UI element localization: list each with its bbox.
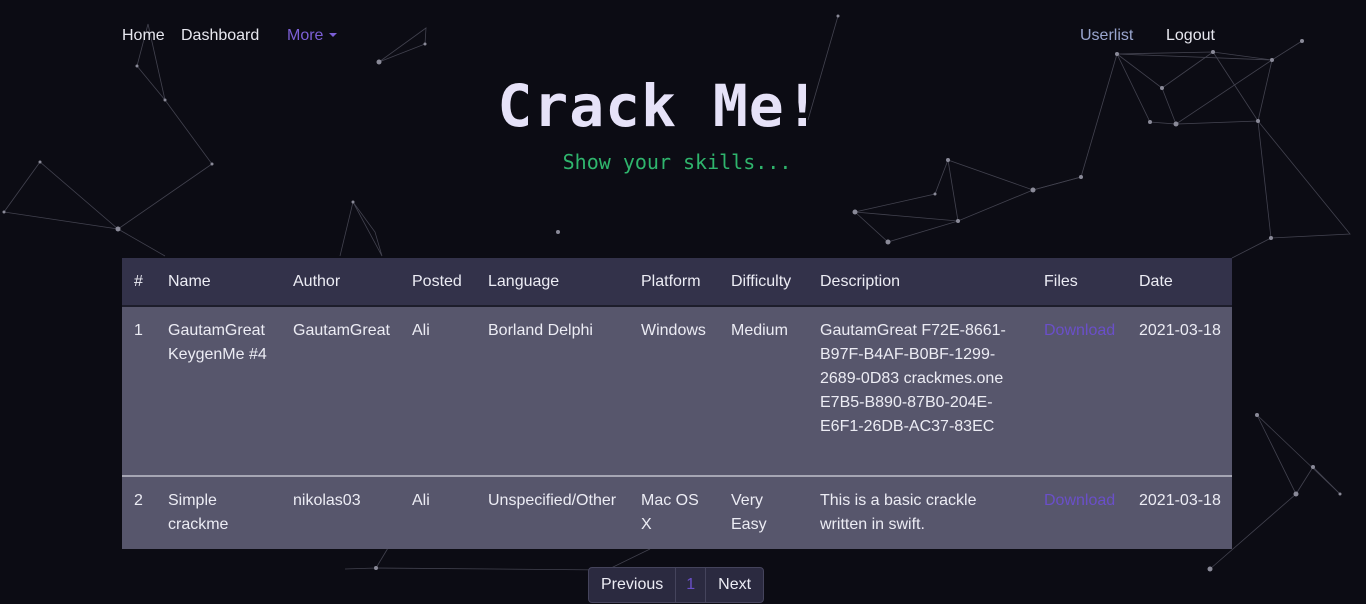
pagination-previous-button[interactable]: Previous: [588, 567, 677, 603]
cell-author: nikolas03: [281, 476, 400, 549]
nav-dashboard-link[interactable]: Dashboard: [181, 27, 259, 45]
cell-platform: Mac OS X: [629, 476, 719, 549]
col-header-number: #: [122, 258, 156, 307]
cell-number: 2: [122, 476, 156, 549]
cell-description: GautamGreat F72E-8661-B97F-B4AF-B0BF-129…: [808, 306, 1032, 477]
cell-difficulty: Medium: [719, 306, 808, 477]
nav-logout-link[interactable]: Logout: [1166, 27, 1215, 45]
cell-files: Download: [1032, 476, 1127, 549]
pagination-page-1[interactable]: 1: [676, 567, 706, 603]
cell-number: 1: [122, 306, 156, 477]
navbar: Home Dashboard More Userlist Logout: [0, 0, 1366, 72]
cell-posted: Ali: [400, 476, 476, 549]
table-row: 2 Simple crackme nikolas03 Ali Unspecifi…: [122, 476, 1232, 549]
cell-name: GautamGreat KeygenMe #4: [156, 306, 281, 477]
caret-down-icon: [329, 33, 338, 37]
table-body: 1 GautamGreat KeygenMe #4 GautamGreat Al…: [122, 306, 1232, 549]
cell-date: 2021-03-18: [1127, 306, 1232, 477]
col-header-difficulty: Difficulty: [719, 258, 808, 307]
crackme-table: # Name Author Posted Language Platform D…: [122, 258, 1232, 549]
cell-date: 2021-03-18: [1127, 476, 1232, 549]
col-header-posted: Posted: [400, 258, 476, 307]
table-header-row: # Name Author Posted Language Platform D…: [122, 258, 1232, 307]
cell-posted: Ali: [400, 306, 476, 477]
pagination-next-button[interactable]: Next: [705, 567, 765, 603]
cell-name: Simple crackme: [156, 476, 281, 549]
col-header-date: Date: [1127, 258, 1232, 307]
col-header-author: Author: [281, 258, 400, 307]
crackme-table-container: # Name Author Posted Language Platform D…: [122, 258, 1232, 549]
nav-more-label: More: [287, 27, 324, 44]
table-header: # Name Author Posted Language Platform D…: [122, 258, 1232, 307]
table-row: 1 GautamGreat KeygenMe #4 GautamGreat Al…: [122, 306, 1232, 477]
page-title: Crack Me!: [497, 72, 821, 140]
cell-description: This is a basic crackle written in swift…: [808, 476, 1032, 549]
download-link[interactable]: Download: [1044, 492, 1115, 509]
cell-language: Unspecified/Other: [476, 476, 629, 549]
cell-files: Download: [1032, 306, 1127, 477]
col-header-files: Files: [1032, 258, 1127, 307]
col-header-name: Name: [156, 258, 281, 307]
nav-home-link[interactable]: Home: [122, 27, 165, 45]
download-link[interactable]: Download: [1044, 322, 1115, 339]
page-subtitle: Show your skills...: [562, 150, 792, 174]
cell-language: Borland Delphi: [476, 306, 629, 477]
col-header-language: Language: [476, 258, 629, 307]
nav-userlist-link[interactable]: Userlist: [1080, 27, 1133, 45]
cell-author: GautamGreat: [281, 306, 400, 477]
col-header-platform: Platform: [629, 258, 719, 307]
nav-more-dropdown[interactable]: More: [287, 27, 338, 45]
pagination: Previous 1 Next: [588, 567, 765, 603]
page: Home Dashboard More Userlist Logout Crac…: [0, 0, 1366, 604]
cell-platform: Windows: [629, 306, 719, 477]
col-header-description: Description: [808, 258, 1032, 307]
cell-difficulty: Very Easy: [719, 476, 808, 549]
